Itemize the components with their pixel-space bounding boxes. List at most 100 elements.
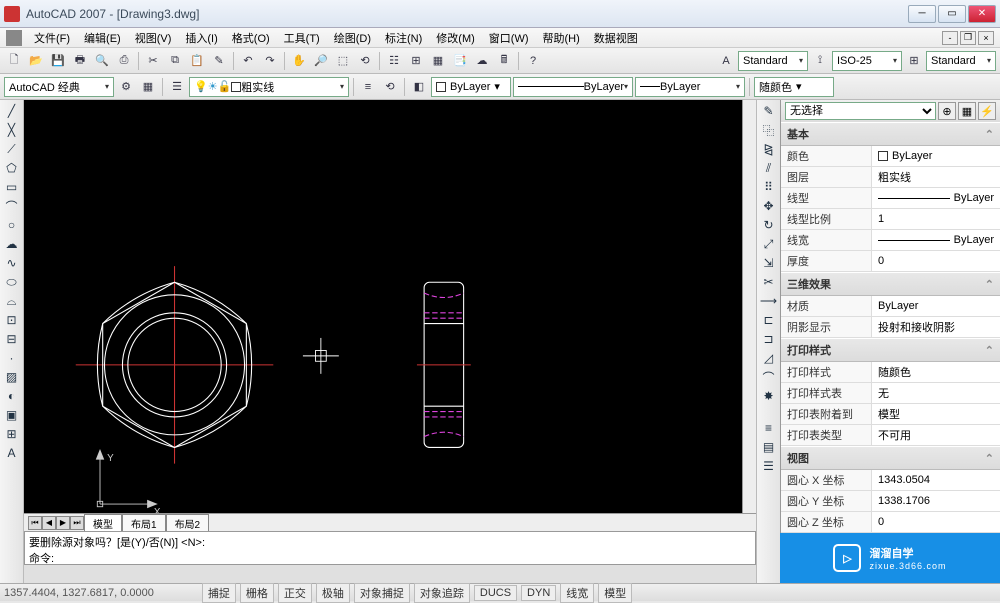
zoom-win-icon[interactable]: ⬚ bbox=[333, 51, 353, 71]
mdi-minimize[interactable]: - bbox=[942, 31, 958, 45]
spline-icon[interactable]: ∿ bbox=[2, 254, 22, 272]
ws-save-icon[interactable]: ▦ bbox=[138, 77, 158, 97]
chamfer-icon[interactable]: ◿ bbox=[759, 349, 779, 367]
prop-plotattach[interactable]: 打印表附着到模型 bbox=[781, 404, 1000, 425]
command-line[interactable]: 要删除源对象吗？[是(Y)/否(N)] <N>: 命令: bbox=[24, 531, 756, 565]
xline-icon[interactable]: ╳ bbox=[2, 121, 22, 139]
fillet-icon[interactable]: ⌒ bbox=[759, 368, 779, 386]
model-viewport[interactable]: Y X bbox=[24, 100, 756, 513]
offset-icon[interactable]: ⫽ bbox=[759, 159, 779, 177]
prop-center-z[interactable]: 圆心 Z 坐标0 bbox=[781, 512, 1000, 533]
prop-center-y[interactable]: 圆心 Y 坐标1338.1706 bbox=[781, 491, 1000, 512]
color-combo[interactable]: ByLayer▾ bbox=[431, 77, 511, 97]
table-style-icon[interactable]: ⊞ bbox=[904, 51, 924, 71]
tab-prev[interactable]: ◀ bbox=[42, 516, 56, 530]
tp-icon[interactable]: ▦ bbox=[428, 51, 448, 71]
maximize-button[interactable]: ▭ bbox=[938, 5, 966, 23]
print-icon[interactable]: 🖶 bbox=[70, 51, 90, 71]
prop-linetype[interactable]: 线型ByLayer bbox=[781, 188, 1000, 209]
array-icon[interactable]: ⠿ bbox=[759, 178, 779, 196]
point-icon[interactable]: · bbox=[2, 349, 22, 367]
tab-model[interactable]: 模型 bbox=[84, 514, 122, 532]
menu-view[interactable]: 视图(V) bbox=[129, 28, 178, 48]
circle-icon[interactable]: ○ bbox=[2, 216, 22, 234]
explode-icon[interactable]: ✸ bbox=[759, 387, 779, 405]
revcloud-icon[interactable]: ☁ bbox=[2, 235, 22, 253]
layer-state-icon[interactable]: ⟲ bbox=[380, 77, 400, 97]
lineweight-combo[interactable]: ByLayer▾ bbox=[635, 77, 745, 97]
copy-icon[interactable]: ⧉ bbox=[165, 51, 185, 71]
dyn-toggle[interactable]: DYN bbox=[521, 585, 556, 601]
redo-icon[interactable]: ↷ bbox=[260, 51, 280, 71]
ssm-icon[interactable]: 📑 bbox=[450, 51, 470, 71]
menu-file[interactable]: 文件(F) bbox=[28, 28, 76, 48]
table-icon[interactable]: ⊞ bbox=[2, 425, 22, 443]
plotstyle-combo[interactable]: 随颜色▾ bbox=[754, 77, 834, 97]
match-icon[interactable]: ✎ bbox=[209, 51, 229, 71]
list-icon[interactable]: ☰ bbox=[759, 457, 779, 475]
rectangle-icon[interactable]: ▭ bbox=[2, 178, 22, 196]
zoom-rt-icon[interactable]: 🔎 bbox=[311, 51, 331, 71]
coordinates[interactable]: 1357.4404, 1327.6817, 0.0000 bbox=[4, 587, 154, 599]
prop-ltscale[interactable]: 线型比例1 bbox=[781, 209, 1000, 230]
menu-draw[interactable]: 绘图(D) bbox=[328, 28, 377, 48]
area-icon[interactable]: ▤ bbox=[759, 438, 779, 456]
open-icon[interactable]: 📂 bbox=[26, 51, 46, 71]
tab-first[interactable]: ⏮ bbox=[28, 516, 42, 530]
new-icon[interactable]: 🗋 bbox=[4, 51, 24, 71]
stretch-icon[interactable]: ⇲ bbox=[759, 254, 779, 272]
save-icon[interactable]: 💾 bbox=[48, 51, 68, 71]
prop-layer[interactable]: 图层粗实线 bbox=[781, 167, 1000, 188]
layer-combo[interactable]: 💡 ☀ 🔓 粗实线▾ bbox=[189, 77, 349, 97]
mtext-icon[interactable]: A bbox=[2, 444, 22, 462]
mdi-restore[interactable]: ❐ bbox=[960, 31, 976, 45]
model-toggle[interactable]: 模型 bbox=[598, 583, 632, 603]
workspace-combo[interactable]: AutoCAD 经典▾ bbox=[4, 77, 114, 97]
prop-thickness[interactable]: 厚度0 bbox=[781, 251, 1000, 272]
grid-toggle[interactable]: 栅格 bbox=[240, 583, 274, 603]
text-style-icon[interactable]: A bbox=[716, 51, 736, 71]
selection-combo[interactable]: 无选择 bbox=[785, 102, 936, 120]
layer-prev-icon[interactable]: ≡ bbox=[358, 77, 378, 97]
undo-icon[interactable]: ↶ bbox=[238, 51, 258, 71]
calc-icon[interactable]: 🖩 bbox=[494, 51, 514, 71]
menu-edit[interactable]: 编辑(E) bbox=[78, 28, 127, 48]
preview-icon[interactable]: 🔍 bbox=[92, 51, 112, 71]
hatch-icon[interactable]: ▨ bbox=[2, 368, 22, 386]
menu-tools[interactable]: 工具(T) bbox=[278, 28, 326, 48]
prop-lineweight[interactable]: 线宽ByLayer bbox=[781, 230, 1000, 251]
ellipse-icon[interactable]: ⬭ bbox=[2, 273, 22, 291]
arc-icon[interactable]: ⌒ bbox=[2, 197, 22, 215]
quick-select-icon[interactable]: ⚡ bbox=[978, 102, 996, 120]
tab-next[interactable]: ▶ bbox=[56, 516, 70, 530]
rotate-icon[interactable]: ↻ bbox=[759, 216, 779, 234]
gradient-icon[interactable]: ◐ bbox=[2, 387, 22, 405]
line-icon[interactable]: ╱ bbox=[2, 102, 22, 120]
menu-dataview[interactable]: 数据视图 bbox=[588, 28, 644, 48]
polar-toggle[interactable]: 极轴 bbox=[316, 583, 350, 603]
polygon-icon[interactable]: ⬠ bbox=[2, 159, 22, 177]
help-icon[interactable]: ? bbox=[523, 51, 543, 71]
erase-icon[interactable]: ✎ bbox=[759, 102, 779, 120]
cat-3d[interactable]: 三维效果⌃ bbox=[781, 272, 1000, 296]
prop-shadow[interactable]: 阴影显示投射和接收阴影 bbox=[781, 317, 1000, 338]
otrack-toggle[interactable]: 对象追踪 bbox=[414, 583, 470, 603]
markup-icon[interactable]: ☁ bbox=[472, 51, 492, 71]
linetype-combo[interactable]: ByLayer▾ bbox=[513, 77, 633, 97]
region-icon[interactable]: ▣ bbox=[2, 406, 22, 424]
pan-icon[interactable]: ✋ bbox=[289, 51, 309, 71]
close-button[interactable]: ✕ bbox=[968, 5, 996, 23]
layer-props-icon[interactable]: ☰ bbox=[167, 77, 187, 97]
tab-layout1[interactable]: 布局1 bbox=[122, 514, 166, 532]
prop-plottable[interactable]: 打印样式表无 bbox=[781, 383, 1000, 404]
menu-format[interactable]: 格式(O) bbox=[226, 28, 276, 48]
publish-icon[interactable]: ⎙ bbox=[114, 51, 134, 71]
cat-plot[interactable]: 打印样式⌃ bbox=[781, 338, 1000, 362]
ortho-toggle[interactable]: 正交 bbox=[278, 583, 312, 603]
app-menu-icon[interactable] bbox=[6, 30, 22, 46]
dist-icon[interactable]: ≡ bbox=[759, 419, 779, 437]
zoom-prev-icon[interactable]: ⟲ bbox=[355, 51, 375, 71]
color-control-icon[interactable]: ◧ bbox=[409, 77, 429, 97]
trim-icon[interactable]: ✂ bbox=[759, 273, 779, 291]
menu-window[interactable]: 窗口(W) bbox=[483, 28, 535, 48]
